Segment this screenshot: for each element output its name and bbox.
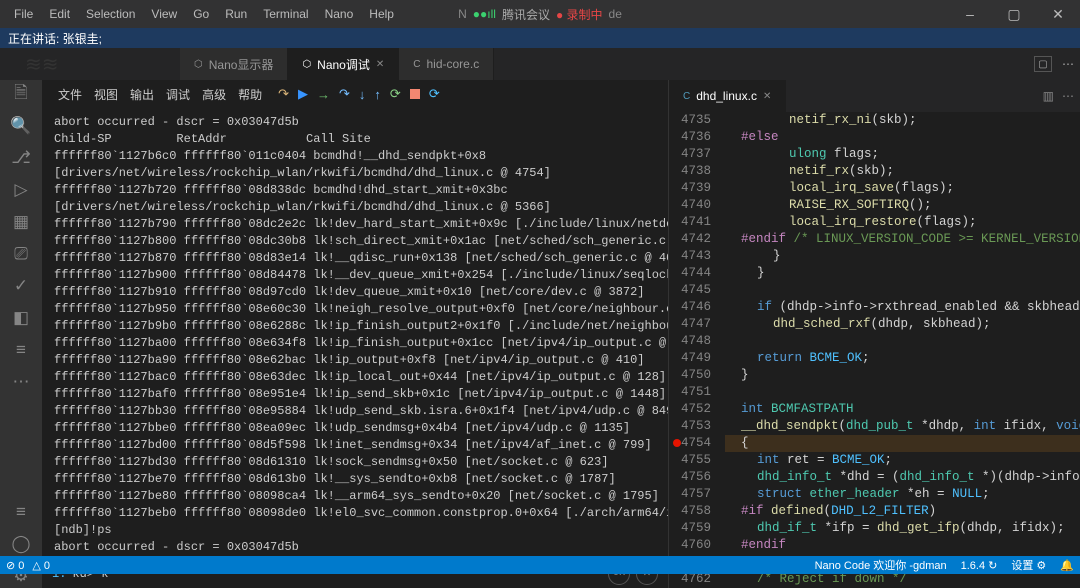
code-line: } [725,265,1080,282]
split-right-icon[interactable]: ▥ [1043,89,1054,103]
extensions-icon[interactable]: ▦ [9,210,33,234]
hex-icon: ⬡ [302,59,311,70]
toolbar-stop-icon[interactable] [410,89,420,99]
code-line: { [725,435,1080,452]
test-icon[interactable]: ✓ [9,274,33,298]
gutter: 4735473647374738473947404741474247434744… [669,112,725,588]
code-line: dhd_if_t *ifp = dhd_get_ifp(dhdp, ifidx)… [725,520,1080,537]
status-welcome: Nano Code 欢迎你 -gdman [815,557,947,573]
code-line: if (dhdp->info->rxthread_enabled && skbh… [725,299,1080,316]
code-line: #endif /* LINUX_VERSION_CODE >= KERNEL_V… [725,231,1080,248]
toolbar-circ-icon[interactable]: ⟳ [429,86,440,102]
code-line [725,384,1080,401]
files-icon[interactable]: 🗎 [9,82,33,106]
code-line [725,333,1080,350]
submenu-0[interactable]: 文件 [54,84,86,105]
submenu-2[interactable]: 输出 [126,84,158,105]
code-line [725,282,1080,299]
recording-badge: ● 录制中 [556,6,603,23]
menu-go[interactable]: Go [185,3,217,25]
submenu-4[interactable]: 高级 [198,84,230,105]
titlebar: FileEditSelectionViewGoRunTerminalNanoHe… [0,0,1080,28]
code-line: dhd_sched_rxf(dhdp, skbhead); [725,316,1080,333]
toolbar-cont-icon[interactable]: → [317,87,330,102]
tab-close-icon[interactable]: ✕ [763,91,771,102]
code-line: } [725,367,1080,384]
code-line: return BCME_OK; [725,350,1080,367]
docker-icon[interactable]: ◧ [9,306,33,330]
code-line: __dhd_sendpkt(dhd_pub_t *dhdp, int ifidx… [725,418,1080,435]
menu-terminal[interactable]: Terminal [255,3,316,25]
c-file-icon: C [683,91,690,102]
db-icon[interactable]: ≡ [9,338,33,362]
menu-help[interactable]: Help [361,3,402,25]
right-tab[interactable]: Cdhd_linux.c✕ [669,80,786,112]
code-line: RAISE_RX_SOFTIRQ(); [725,197,1080,214]
right-tab-row: Cdhd_linux.c✕ ▥ ⋯ [669,80,1080,112]
terminal-output[interactable]: abort occurred - dscr = 0x03047d5b Child… [42,108,668,558]
toolbar-restart-icon[interactable]: ⟳ [390,86,401,102]
submenu-3[interactable]: 调试 [162,84,194,105]
status-version[interactable]: 1.6.4 ↻ [961,559,998,572]
code-line: #endif [725,537,1080,554]
speaking-bar: 正在讲话: 张银圭; [0,28,1080,48]
code-line: local_irq_restore(flags); [725,214,1080,231]
code-line: int ret = BCME_OK; [725,452,1080,469]
menu-file[interactable]: File [6,3,41,25]
status-bell[interactable]: 🔔 [1060,559,1074,572]
menu-view[interactable]: View [143,3,185,25]
code-line: } [725,248,1080,265]
more-icon[interactable]: ⋯ [1062,57,1074,71]
window-maximize-icon[interactable]: ▢ [992,0,1036,28]
⋯-icon[interactable]: ⋯ [9,370,33,394]
split-icon[interactable]: ▢ [1034,56,1052,72]
code-line: dhd_info_t *dhd = (dhd_info_t *)(dhdp->i… [725,469,1080,486]
tab-1[interactable]: ⬡Nano调试✕ [288,48,399,80]
list-icon[interactable]: ≡ [9,500,33,524]
menu-run[interactable]: Run [217,3,255,25]
toolbar-step_out-icon[interactable]: ↑ [374,87,381,102]
code-line: ulong flags; [725,146,1080,163]
titlebar-app: 腾讯会议 [502,6,550,23]
account-icon[interactable]: ◯ [9,532,33,556]
code-line: #else [725,129,1080,146]
menu-selection[interactable]: Selection [78,3,143,25]
code-line: local_irq_save(flags); [725,180,1080,197]
toolbar-step_in-icon[interactable]: ↓ [359,87,366,102]
app-logo: ≋≋ [25,48,205,80]
hex-icon: C [413,59,420,70]
window-minimize-icon[interactable]: – [948,0,992,28]
menu-edit[interactable]: Edit [41,3,78,25]
code-line: struct ether_header *eh = NULL; [725,486,1080,503]
tab-2[interactable]: Chid-core.c [399,48,494,80]
code-line: int BCMFASTPATH [725,401,1080,418]
code-line: netif_rx(skb); [725,163,1080,180]
breakpoint-icon[interactable] [673,439,681,447]
tab-strip: ≋≋⬡Nano显示器⬡Nano调试✕Chid-core.c▢⋯ [0,48,1080,80]
status-settings[interactable]: 设置 ⚙ [1011,557,1046,573]
toolbar-play-icon[interactable]: ▶ [298,86,308,102]
code-line: netif_rx_ni(skb); [725,112,1080,129]
window-close-icon[interactable]: ✕ [1036,0,1080,28]
code-editor[interactable]: 4735473647374738473947404741474247434744… [669,112,1080,588]
toolbar-step-icon[interactable]: ↷ [278,86,289,102]
menu-nano[interactable]: Nano [317,3,362,25]
toolbar-step_over-icon[interactable]: ↷ [339,86,350,102]
more-icon[interactable]: ⋯ [1062,89,1074,103]
debug-submenu: 文件视图输出调试高级帮助 ↷ ▶ → ↷ ↓ ↑ ⟳ ⟳ [42,80,668,108]
status-bar: ⊘ 0 △ 0 Nano Code 欢迎你 -gdman 1.6.4 ↻ 设置 … [0,556,1080,574]
status-warnings[interactable]: △ 0 [32,559,50,572]
activity-bar: 🗎🔍⎇▷▦⎚✓◧≡⋯≡◯⚙ [0,80,42,588]
submenu-5[interactable]: 帮助 [234,84,266,105]
code-line: #if defined(DHD_L2_FILTER) [725,503,1080,520]
submenu-1[interactable]: 视图 [90,84,122,105]
search-icon[interactable]: 🔍 [9,114,33,138]
scm-icon[interactable]: ⎇ [9,146,33,170]
debug-icon[interactable]: ▷ [9,178,33,202]
status-errors[interactable]: ⊘ 0 [6,559,24,572]
tab-close-icon[interactable]: ✕ [376,59,384,70]
remote-icon[interactable]: ⎚ [9,242,33,266]
